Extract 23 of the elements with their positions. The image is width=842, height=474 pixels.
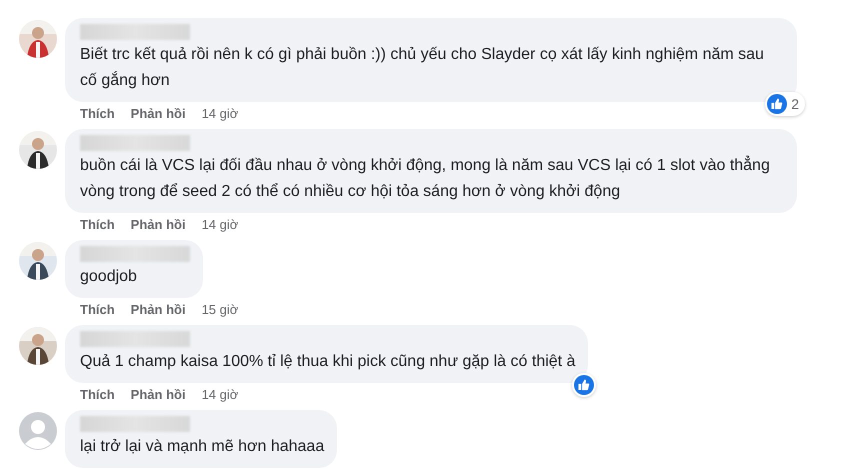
comment-text: lại trở lại và mạnh mẽ hơn hahaaa <box>80 437 324 457</box>
avatar-icon <box>19 412 57 450</box>
reply-link[interactable]: Phản hồi <box>130 387 186 402</box>
comment-time: 14 giờ <box>202 106 238 121</box>
comment-text: buồn cái là VCS lại đối đầu nhau ở vòng khởi động, mong là năm sau VCS lại có 1 slot vào thẳng vòng trong để seed 2 có thể có nhiều cơ hội tỏa sáng hơn ở vòng khởi động <box>80 154 771 202</box>
reply-link[interactable]: Phản hồi <box>130 217 186 232</box>
like-link[interactable]: Thích <box>80 217 115 232</box>
like-link[interactable]: Thích <box>80 387 115 402</box>
comment-text: goodjob <box>80 267 138 287</box>
like-link[interactable]: Thích <box>80 302 115 317</box>
reaction-badge[interactable]: 2 <box>765 92 805 116</box>
comment-time: 15 giờ <box>202 302 238 317</box>
comment-time: 14 giờ <box>202 217 238 232</box>
like-link[interactable]: Thích <box>80 106 115 121</box>
comment-time: 14 giờ <box>202 387 238 402</box>
comment-text: Quả 1 champ kaisa 100% tỉ lệ thua khi pick cũng như gặp là có thiệt à <box>80 352 576 372</box>
comment-text: Biết trc kết quả rồi nên k có gì phải buồn :)) chủ yếu cho Slayder cọ xát lấy kinh nghiệm năm sau cố gắng hơn <box>80 45 765 91</box>
reaction-badge[interactable] <box>572 373 596 397</box>
reply-link[interactable]: Phản hồi <box>130 106 186 121</box>
reply-link[interactable]: Phản hồi <box>130 302 186 317</box>
reaction-count: 2 <box>791 96 800 112</box>
thumbs-up-icon <box>574 375 594 395</box>
thumbs-up-icon <box>767 94 788 114</box>
